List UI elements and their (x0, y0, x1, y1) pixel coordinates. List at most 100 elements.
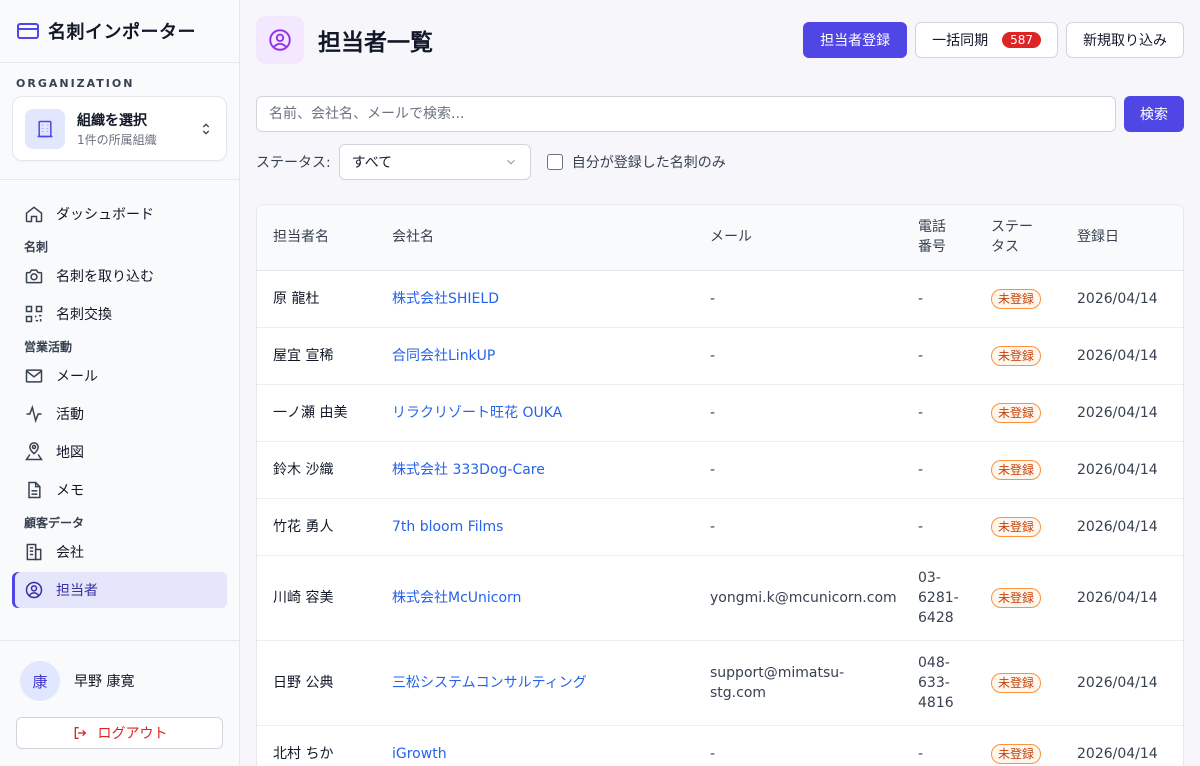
logout-button[interactable]: ログアウト (16, 717, 223, 749)
sidebar-item-label: ダッシュボード (56, 207, 154, 223)
logout-label: ログアウト (97, 726, 168, 742)
header-phone[interactable]: 電話 番号 (902, 205, 975, 271)
cell-company-link[interactable]: 株式会社SHIELD (376, 270, 694, 328)
cell-name: 日野 公典 (257, 640, 376, 726)
user-name: 早野 康寛 (74, 674, 135, 690)
mine-only-checkbox[interactable]: 自分が登録した名刺のみ (546, 152, 726, 172)
phone-part: 03- (918, 569, 941, 586)
phone-part: - (918, 745, 924, 762)
sidebar-footer: 康 早野 康寛 ログアウト (0, 640, 239, 766)
cell-phone: - (902, 725, 975, 766)
table-row[interactable]: 原 龍杜 株式会社SHIELD - - 未登録 2026/04/14 (257, 270, 1183, 328)
table-body: 原 龍杜 株式会社SHIELD - - 未登録 2026/04/14 屋宜 宣稀 合同会社Li… (257, 270, 1183, 766)
cell-status: 未登録 (975, 384, 1061, 442)
sidebar-item-dashboard[interactable]: ダッシュボード (12, 196, 227, 232)
status-badge: 未登録 (991, 672, 1042, 693)
cell-status: 未登録 (975, 640, 1061, 726)
org-section: ORGANIZATION 組織を選択 1件の所属組織 (0, 63, 239, 180)
register-contact-button[interactable]: 担当者登録 (803, 22, 908, 58)
bulk-sync-button[interactable]: 一括同期 587 (915, 22, 1058, 58)
header-status-line1: ステー (991, 219, 1033, 236)
nav-group-sales: 営業活動 (24, 340, 73, 354)
org-text: 組織を選択 1件の所属組織 (77, 110, 198, 148)
sidebar-item-activity[interactable]: 活動 (12, 396, 227, 432)
page-title: 担当者一覧 (318, 30, 433, 56)
sidebar-item-mail[interactable]: メール (12, 358, 227, 394)
header-status[interactable]: ステー タス (975, 205, 1061, 271)
cell-email: yongmi.k@mcunicorn.com (694, 555, 902, 641)
building-icon (26, 543, 42, 561)
sidebar-item-map[interactable]: 地図 (12, 434, 227, 470)
header-name[interactable]: 担当者名 (257, 205, 376, 271)
table-row[interactable]: 川崎 容美 株式会社McUnicorn yongmi.k@mcunicorn.com… (257, 555, 1183, 641)
cell-company-link[interactable]: リラクリゾート旺花 OUKA (376, 384, 694, 442)
cell-name: 竹花 勇人 (257, 498, 376, 556)
cell-email: - (694, 327, 902, 385)
filter-bar: ステータス: すべて 自分が登録した名刺のみ (256, 144, 726, 180)
cell-company-link[interactable]: 株式会社McUnicorn (376, 555, 694, 641)
cell-phone: - (902, 441, 975, 499)
status-select[interactable]: すべて (338, 144, 531, 180)
brand[interactable]: 名刺インポーター (0, 0, 239, 63)
sidebar-item-exchange[interactable]: 名刺交換 (12, 296, 227, 332)
checkbox-box[interactable] (546, 154, 563, 170)
cell-date: 2026/04/14 (1061, 498, 1183, 556)
sidebar-item-label: 会社 (56, 545, 84, 561)
search-button[interactable]: 検索 (1124, 96, 1184, 132)
table-row[interactable]: 鈴木 沙織 株式会社 333Dog-Care - - 未登録 2026/04/14 (257, 441, 1183, 499)
table-row[interactable]: 日野 公典 三松システムコンサルティング support@mimatsu-stg.c… (257, 640, 1183, 726)
user-profile[interactable]: 康 早野 康寛 (20, 661, 223, 701)
sidebar-item-memo[interactable]: メモ (12, 472, 227, 508)
sidebar-item-label: 名刺を取り込む (56, 269, 154, 285)
search-input[interactable] (256, 96, 1116, 132)
status-badge: 未登録 (991, 288, 1042, 309)
cell-phone: 048- 633- 4816 (902, 640, 975, 726)
status-badge: 未登録 (991, 587, 1042, 608)
camera-icon (25, 269, 43, 284)
phone-part: - (918, 290, 924, 307)
cell-company-link[interactable]: 三松システムコンサルティング (376, 640, 694, 726)
cell-email: - (694, 384, 902, 442)
cell-status: 未登録 (975, 498, 1061, 556)
cell-date: 2026/04/14 (1061, 640, 1183, 726)
main-content: 担当者一覧 担当者登録 一括同期 587 新規取り込み 検索 ステータス: すべ… (240, 0, 1200, 766)
cell-company-link[interactable]: iGrowth (376, 725, 694, 766)
home-icon (25, 206, 43, 223)
document-icon (28, 481, 41, 499)
table-row[interactable]: 北村 ちか iGrowth - - 未登録 2026/04/14 (257, 725, 1183, 766)
contacts-table-card: 担当者名 会社名 メール 電話 番号 ステー タス 登録日 原 龍杜 株式会社SHIE… (256, 204, 1184, 766)
contacts-table: 担当者名 会社名 メール 電話 番号 ステー タス 登録日 原 龍杜 株式会社SHIE… (257, 205, 1183, 766)
cell-name: 原 龍杜 (257, 270, 376, 328)
table-row[interactable]: 一ノ瀬 由美 リラクリゾート旺花 OUKA - - 未登録 2026/04/14 (257, 384, 1183, 442)
cell-date: 2026/04/14 (1061, 270, 1183, 328)
header-email[interactable]: メール (694, 205, 902, 271)
header-company[interactable]: 会社名 (376, 205, 694, 271)
cell-date: 2026/04/14 (1061, 725, 1183, 766)
cell-phone: - (902, 270, 975, 328)
phone-part: 633- (918, 674, 950, 691)
map-pin-icon (25, 442, 43, 461)
cell-name: 鈴木 沙織 (257, 441, 376, 499)
table-row[interactable]: 竹花 勇人 7th bloom Films - - 未登録 2026/04/14 (257, 498, 1183, 556)
header-date[interactable]: 登録日 (1061, 205, 1183, 271)
cell-email: - (694, 498, 902, 556)
cell-status: 未登録 (975, 441, 1061, 499)
sidebar-item-contacts[interactable]: 担当者 (12, 572, 227, 608)
cell-status: 未登録 (975, 725, 1061, 766)
sidebar-item-company[interactable]: 会社 (12, 534, 227, 570)
activity-icon (26, 404, 42, 424)
cell-date: 2026/04/14 (1061, 384, 1183, 442)
sidebar-item-label: メール (56, 369, 98, 385)
sidebar-item-import[interactable]: 名刺を取り込む (12, 258, 227, 294)
new-import-button[interactable]: 新規取り込み (1066, 22, 1184, 58)
cell-company-link[interactable]: 7th bloom Films (376, 498, 694, 556)
cell-company-link[interactable]: 株式会社 333Dog-Care (376, 441, 694, 499)
cell-company-link[interactable]: 合同会社LinkUP (376, 327, 694, 385)
status-badge: 未登録 (991, 743, 1042, 764)
cell-status: 未登録 (975, 327, 1061, 385)
table-row[interactable]: 屋宜 宣稀 合同会社LinkUP - - 未登録 2026/04/14 (257, 327, 1183, 385)
org-selector[interactable]: 組織を選択 1件の所属組織 (12, 96, 227, 161)
cell-phone: - (902, 327, 975, 385)
cell-date: 2026/04/14 (1061, 555, 1183, 641)
chevron-down-icon (506, 159, 515, 165)
